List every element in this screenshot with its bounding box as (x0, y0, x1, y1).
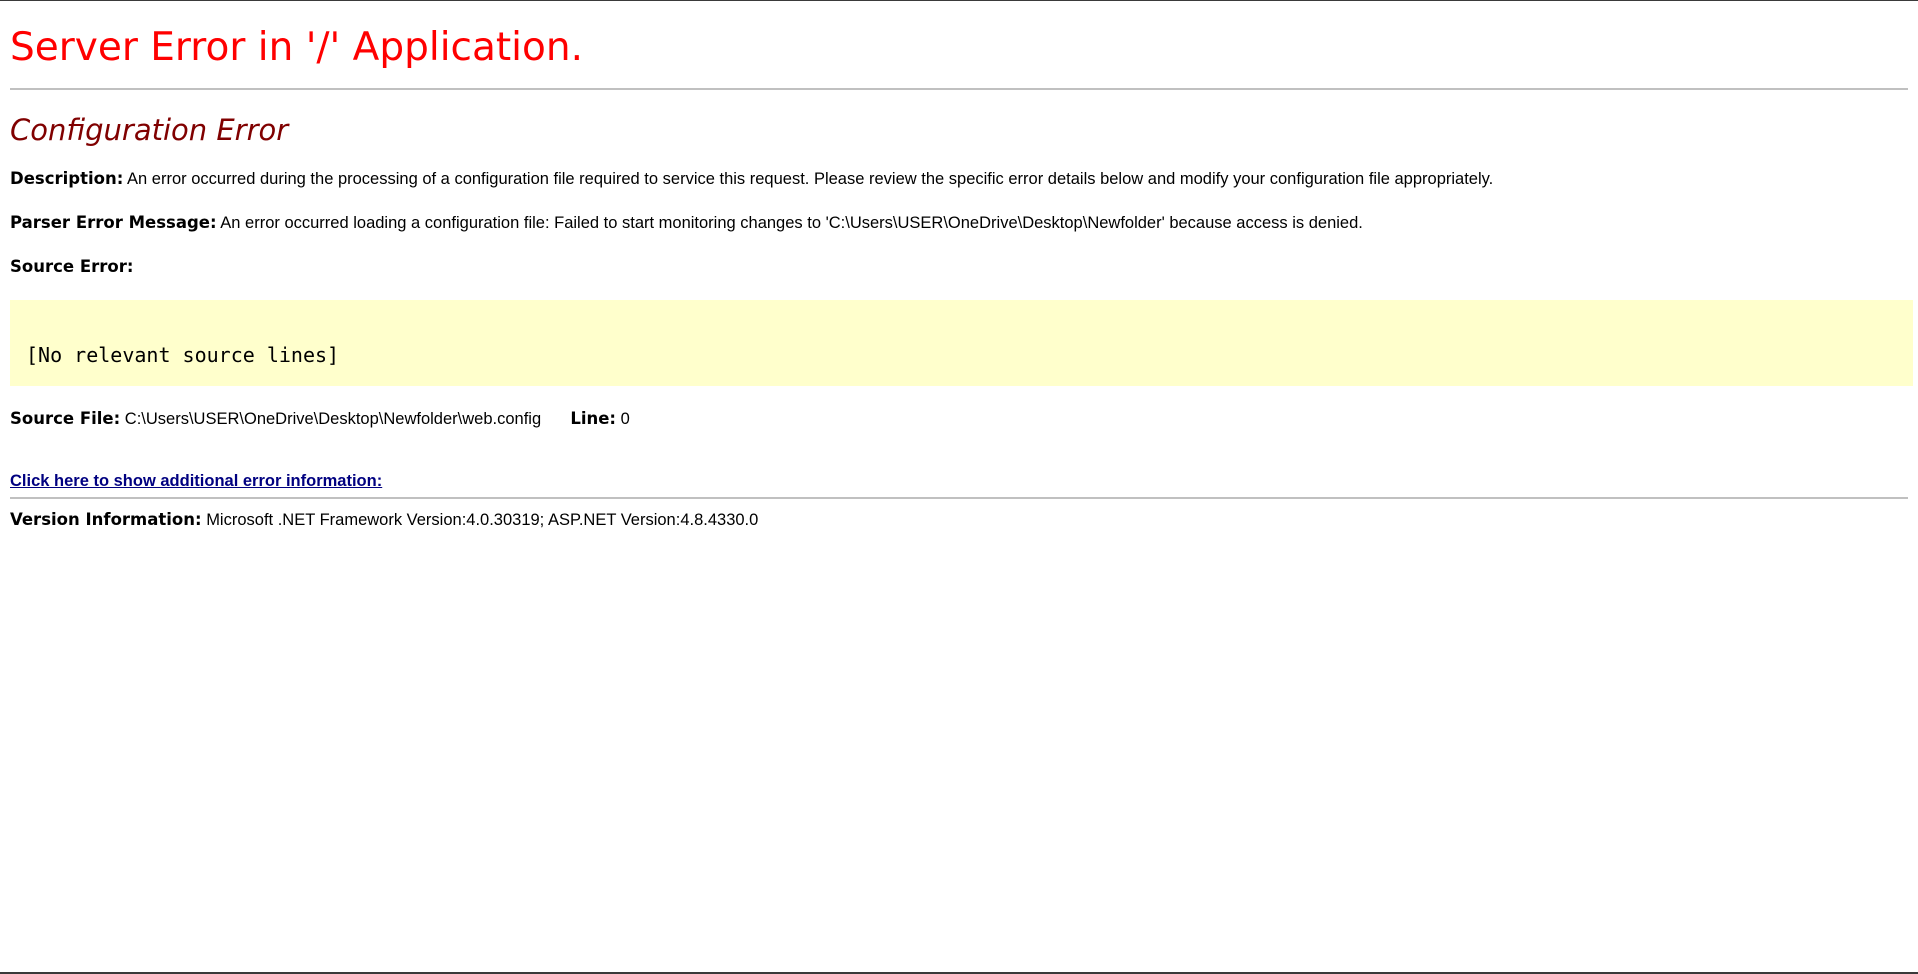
source-code-box: [No relevant source lines] (10, 300, 1913, 386)
source-error-line: Source Error: (10, 256, 1908, 278)
parser-error-label: Parser Error Message: (10, 213, 217, 232)
source-file-line: Source File: C:\Users\USER\OneDrive\Desk… (10, 408, 1908, 430)
source-error-label: Source Error: (10, 257, 134, 276)
line-label: Line: (570, 409, 617, 428)
error-title: Configuration Error (10, 113, 289, 147)
footer-divider (10, 497, 1908, 499)
title-divider (10, 88, 1908, 90)
source-file-label: Source File: (10, 409, 121, 428)
source-lines: [No relevant source lines] (26, 343, 340, 367)
version-text: Microsoft .NET Framework Version:4.0.303… (206, 511, 759, 529)
version-label: Version Information: (10, 510, 202, 529)
description-label: Description: (10, 169, 124, 188)
version-line: Version Information: Microsoft .NET Fram… (10, 509, 1908, 531)
description-line: Description: An error occurred during th… (10, 168, 1908, 190)
show-additional-info-link[interactable]: Click here to show additional error info… (10, 472, 382, 491)
parser-error-line: Parser Error Message: An error occurred … (10, 212, 1908, 234)
page-title: Server Error in '/' Application. (10, 25, 583, 70)
parser-error-text: An error occurred loading a configuratio… (220, 214, 1363, 232)
source-file-path: C:\Users\USER\OneDrive\Desktop\Newfolder… (124, 410, 542, 428)
error-page: Server Error in '/' Application. Configu… (0, 0, 1918, 974)
description-text: An error occurred during the processing … (127, 170, 1494, 188)
line-value: 0 (620, 410, 630, 428)
